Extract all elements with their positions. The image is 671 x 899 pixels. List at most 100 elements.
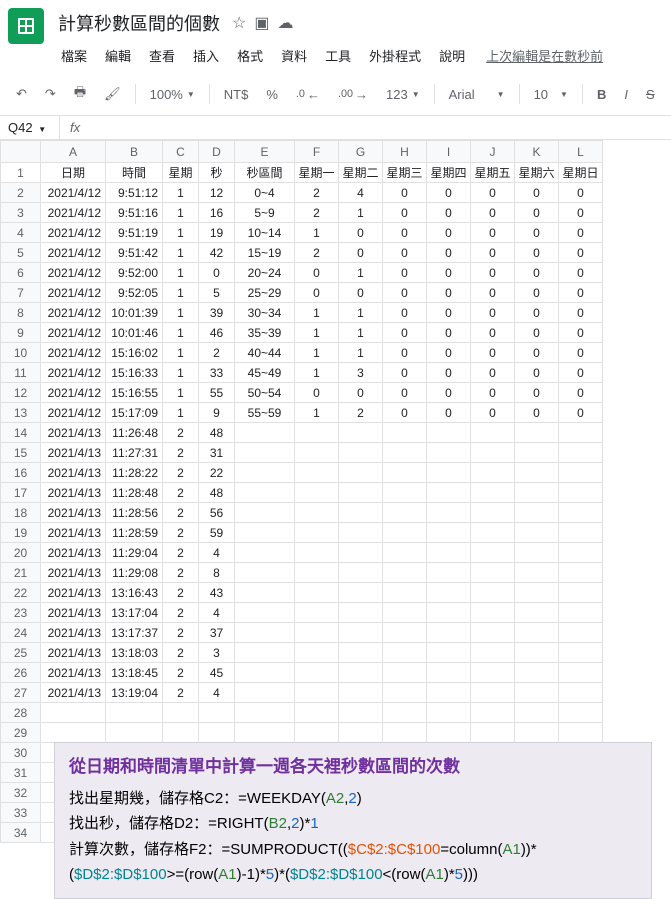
cell[interactable]: 0 xyxy=(383,203,427,223)
cell[interactable]: 42 xyxy=(199,243,235,263)
cell[interactable] xyxy=(471,563,515,583)
cell[interactable]: 13:19:04 xyxy=(106,683,163,703)
row-header-33[interactable]: 33 xyxy=(1,803,41,823)
cell[interactable] xyxy=(515,483,559,503)
cell[interactable]: 0 xyxy=(427,263,471,283)
cell[interactable]: 星期四 xyxy=(427,163,471,183)
cell[interactable] xyxy=(295,583,339,603)
cell[interactable]: 2021/4/13 xyxy=(41,503,106,523)
cell[interactable]: 0 xyxy=(515,363,559,383)
cell[interactable]: 2021/4/12 xyxy=(41,203,106,223)
cell[interactable]: 13:18:03 xyxy=(106,643,163,663)
menu-format[interactable]: 格式 xyxy=(230,42,270,69)
cell[interactable] xyxy=(515,663,559,683)
cell[interactable]: 33 xyxy=(199,363,235,383)
cell[interactable] xyxy=(427,463,471,483)
cell[interactable]: 40~44 xyxy=(235,343,295,363)
cell[interactable]: 2021/4/12 xyxy=(41,323,106,343)
cell[interactable]: 0 xyxy=(471,383,515,403)
cell[interactable] xyxy=(427,483,471,503)
cell[interactable]: 0 xyxy=(559,243,603,263)
cell[interactable]: 2021/4/13 xyxy=(41,563,106,583)
row-header-26[interactable]: 26 xyxy=(1,663,41,683)
cell[interactable] xyxy=(383,503,427,523)
cell[interactable]: 2021/4/12 xyxy=(41,303,106,323)
cell[interactable] xyxy=(515,543,559,563)
row-header-6[interactable]: 6 xyxy=(1,263,41,283)
cell[interactable]: 0 xyxy=(199,263,235,283)
col-header-L[interactable]: L xyxy=(559,141,603,163)
row-header-12[interactable]: 12 xyxy=(1,383,41,403)
cell[interactable]: 0 xyxy=(471,363,515,383)
cell[interactable]: 0 xyxy=(515,383,559,403)
cell[interactable]: 1 xyxy=(163,183,199,203)
cell[interactable] xyxy=(235,703,295,723)
row-header-28[interactable]: 28 xyxy=(1,703,41,723)
cell[interactable] xyxy=(295,623,339,643)
cell[interactable] xyxy=(515,503,559,523)
cell[interactable]: 0 xyxy=(559,263,603,283)
col-header-G[interactable]: G xyxy=(339,141,383,163)
cell[interactable] xyxy=(235,503,295,523)
cell[interactable]: 19 xyxy=(199,223,235,243)
cell[interactable]: 0 xyxy=(471,303,515,323)
italic-button[interactable]: I xyxy=(616,81,636,108)
cell[interactable]: 15~19 xyxy=(235,243,295,263)
cell[interactable]: 3 xyxy=(339,363,383,383)
row-header-32[interactable]: 32 xyxy=(1,783,41,803)
cell[interactable]: 2 xyxy=(163,663,199,683)
cell[interactable]: 日期 xyxy=(41,163,106,183)
cell[interactable]: 0 xyxy=(295,263,339,283)
cell[interactable]: 2021/4/13 xyxy=(41,643,106,663)
cell[interactable] xyxy=(427,423,471,443)
cell[interactable]: 2 xyxy=(163,463,199,483)
cell[interactable]: 2021/4/13 xyxy=(41,483,106,503)
cell[interactable]: 39 xyxy=(199,303,235,323)
cell[interactable]: 0 xyxy=(383,223,427,243)
cell[interactable]: 56 xyxy=(199,503,235,523)
cell[interactable] xyxy=(235,423,295,443)
cell[interactable]: 13:18:45 xyxy=(106,663,163,683)
cell[interactable]: 1 xyxy=(295,223,339,243)
cell[interactable] xyxy=(427,703,471,723)
cell[interactable] xyxy=(383,603,427,623)
cell[interactable]: 22 xyxy=(199,463,235,483)
cell[interactable] xyxy=(339,483,383,503)
cell[interactable] xyxy=(471,543,515,563)
cell[interactable]: 0 xyxy=(295,283,339,303)
cell[interactable]: 2 xyxy=(199,343,235,363)
cell[interactable]: 0 xyxy=(383,323,427,343)
cell[interactable] xyxy=(515,603,559,623)
row-header-22[interactable]: 22 xyxy=(1,583,41,603)
cell[interactable]: 0 xyxy=(427,223,471,243)
cell[interactable]: 2021/4/13 xyxy=(41,523,106,543)
cell[interactable]: 1 xyxy=(295,343,339,363)
cell[interactable]: 13:17:04 xyxy=(106,603,163,623)
col-header-K[interactable]: K xyxy=(515,141,559,163)
cell[interactable]: 2021/4/13 xyxy=(41,623,106,643)
cell[interactable]: 9:51:12 xyxy=(106,183,163,203)
cell[interactable]: 0 xyxy=(427,383,471,403)
cell[interactable] xyxy=(339,563,383,583)
cell[interactable] xyxy=(383,703,427,723)
menu-help[interactable]: 說明 xyxy=(432,42,472,69)
cell[interactable]: 星期六 xyxy=(515,163,559,183)
cell[interactable]: 11:27:31 xyxy=(106,443,163,463)
cell[interactable]: 13:16:43 xyxy=(106,583,163,603)
col-header-I[interactable]: I xyxy=(427,141,471,163)
col-header-B[interactable]: B xyxy=(106,141,163,163)
cell[interactable]: 2 xyxy=(339,403,383,423)
cell[interactable]: 2 xyxy=(163,563,199,583)
cell[interactable] xyxy=(163,723,199,743)
cell[interactable] xyxy=(383,463,427,483)
cell[interactable]: 12 xyxy=(199,183,235,203)
cell[interactable]: 2021/4/12 xyxy=(41,283,106,303)
cell[interactable] xyxy=(383,483,427,503)
cell[interactable] xyxy=(559,643,603,663)
cell[interactable]: 2021/4/13 xyxy=(41,463,106,483)
cell[interactable]: 4 xyxy=(199,543,235,563)
cell[interactable]: 1 xyxy=(339,203,383,223)
cell[interactable]: 2021/4/13 xyxy=(41,443,106,463)
cell[interactable] xyxy=(427,503,471,523)
cell[interactable] xyxy=(471,723,515,743)
